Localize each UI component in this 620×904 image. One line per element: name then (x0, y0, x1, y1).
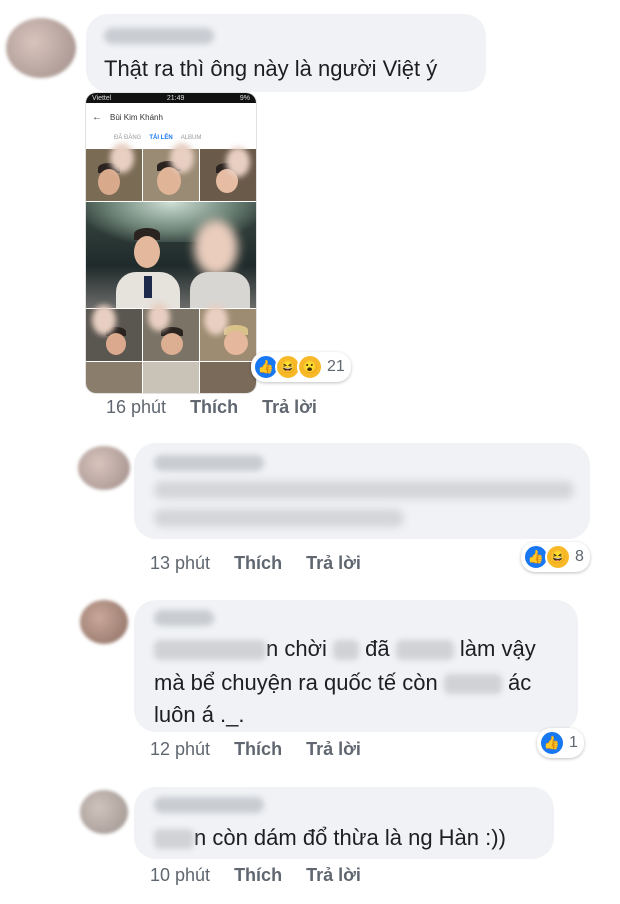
avatar[interactable] (80, 790, 128, 834)
comment-line: mà bể chuyện ra quốc tế còn ác (154, 666, 531, 699)
like-button[interactable]: Thích (190, 397, 238, 418)
timestamp[interactable]: 16 phút (106, 397, 166, 418)
carrier-label: Viettel (92, 94, 112, 102)
avatar[interactable] (78, 446, 130, 490)
comment-bubble: n còn dám đổ thừa là ng Hàn :)) (134, 787, 554, 859)
like-button[interactable]: Thích (234, 865, 282, 886)
tab-posted: ĐÃ ĐĂNG (114, 135, 142, 141)
comment-text: ác (507, 670, 532, 695)
avatar[interactable] (6, 18, 76, 78)
photo-thumb (86, 362, 142, 393)
comment-text-blurred (154, 481, 574, 499)
author-name-blurred[interactable] (154, 455, 264, 471)
comment-text: đã (365, 636, 390, 661)
reaction-summary[interactable]: 👍 1 (537, 728, 584, 758)
comment-meta: 13 phút Thích Trả lời (150, 553, 385, 574)
blurred-face (226, 147, 250, 177)
reaction-summary[interactable]: 👍 😆 😮 21 (251, 352, 351, 382)
blurred-word (443, 674, 502, 695)
photo-main (86, 202, 256, 308)
comment-text: n còn dám đổ thừa là ng Hàn :)) (194, 825, 506, 850)
photo-tabs: ĐÃ ĐĂNG TẢI LÊN ALBUM (86, 131, 256, 145)
blurred-face (110, 143, 134, 173)
comment-text: làm vậy (459, 636, 536, 661)
comment-line: n còn dám đổ thừa là ng Hàn :)) (154, 821, 506, 854)
avatar[interactable] (80, 600, 128, 644)
comment-line: n chời đã làm vậy (154, 632, 536, 665)
author-name-blurred[interactable] (154, 797, 264, 813)
comment-bubble: n chời đã làm vậy mà bể chuyện ra quốc t… (134, 600, 578, 732)
comment-meta: 12 phút Thích Trả lời (150, 739, 385, 760)
blurred-face (92, 305, 116, 335)
photo-thumb (143, 362, 199, 393)
comment-meta: 16 phút Thích Trả lời (106, 397, 341, 418)
reply-button[interactable]: Trả lời (262, 397, 317, 418)
comment-bubble (134, 443, 590, 539)
reaction-count: 21 (327, 358, 345, 375)
comment-line: luôn á ._. (154, 702, 245, 727)
blurred-word (154, 829, 194, 850)
comment-text: Thật ra thì ông này là người Việt ý (104, 56, 438, 81)
blurred-word (395, 640, 454, 661)
reaction-count: 8 (575, 548, 584, 565)
tab-album: ALBUM (180, 135, 202, 141)
attached-screenshot[interactable]: Viettel 21:49 9% ← Bùi Kim Khánh ĐÃ ĐĂNG… (86, 93, 256, 393)
reply-button[interactable]: Trả lời (306, 865, 361, 886)
like-button[interactable]: Thích (234, 739, 282, 760)
blurred-face (148, 303, 170, 331)
profile-header: ← Bùi Kim Khánh (86, 103, 256, 131)
like-button[interactable]: Thích (234, 553, 282, 574)
author-name-blurred[interactable] (154, 610, 214, 626)
like-icon: 👍 (539, 730, 565, 756)
photo-grid (86, 143, 256, 393)
blurred-word (154, 640, 266, 661)
reaction-summary[interactable]: 👍 😆 8 (521, 542, 590, 572)
timestamp[interactable]: 12 phút (150, 739, 210, 760)
reaction-count: 1 (569, 734, 578, 751)
status-time: 21:49 (166, 94, 185, 102)
comment-text: mà bể chuyện ra quốc tế còn (154, 670, 438, 695)
photo-thumb (200, 362, 256, 393)
timestamp[interactable]: 13 phút (150, 553, 210, 574)
wow-icon: 😮 (297, 354, 323, 380)
blurred-face (204, 305, 228, 335)
comment-text-blurred (154, 509, 404, 527)
comment-bubble: Thật ra thì ông này là người Việt ý (86, 14, 486, 92)
tab-uploads: TẢI LÊN (149, 135, 173, 141)
blurred-word (333, 640, 360, 661)
profile-name: Bùi Kim Khánh (110, 112, 163, 122)
back-arrow-icon: ← (92, 111, 102, 123)
reply-button[interactable]: Trả lời (306, 553, 361, 574)
timestamp[interactable]: 10 phút (150, 865, 210, 886)
comment-text: n chời (266, 636, 327, 661)
author-name-blurred[interactable] (104, 28, 214, 44)
blurred-face (170, 143, 194, 173)
comment-meta: 10 phút Thích Trả lời (150, 865, 385, 886)
reply-button[interactable]: Trả lời (306, 739, 361, 760)
phone-status-bar: Viettel 21:49 9% (86, 93, 256, 103)
haha-icon: 😆 (545, 544, 571, 570)
battery-label: 9% (239, 94, 250, 102)
